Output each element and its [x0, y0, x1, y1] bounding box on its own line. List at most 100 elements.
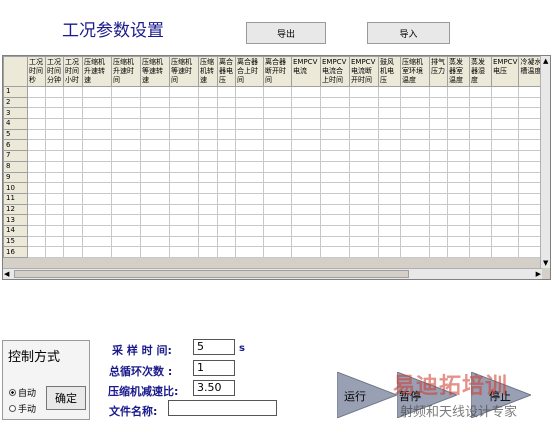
grid-cell[interactable]: [429, 246, 448, 258]
grid-cell[interactable]: [63, 246, 83, 258]
grid-cell[interactable]: [447, 139, 470, 152]
grid-cell[interactable]: [82, 128, 112, 141]
grid-cell[interactable]: [217, 235, 236, 248]
grid-cell[interactable]: [169, 128, 199, 141]
grid-cell[interactable]: [490, 192, 520, 205]
grid-cell[interactable]: [63, 214, 83, 226]
grid-cell[interactable]: [469, 96, 492, 109]
grid-cell[interactable]: [400, 235, 430, 248]
grid-cell[interactable]: [349, 235, 379, 248]
grid-cell[interactable]: [490, 246, 520, 258]
grid-cell[interactable]: [45, 246, 64, 258]
column-header[interactable]: 排气压力: [429, 56, 448, 87]
grid-cell[interactable]: [111, 150, 141, 162]
grid-cell[interactable]: [400, 139, 430, 152]
scroll-right-icon[interactable]: ▶: [536, 270, 541, 278]
grid-cell[interactable]: [198, 171, 218, 184]
grid-cell[interactable]: [469, 192, 492, 205]
grid-cell[interactable]: [349, 86, 379, 98]
grid-cell[interactable]: [169, 86, 199, 98]
grid-cell[interactable]: [291, 235, 321, 248]
grid-cell[interactable]: [320, 118, 350, 130]
grid-cell[interactable]: [198, 246, 218, 258]
horizontal-scrollbar[interactable]: ◀ ▶: [3, 268, 542, 279]
grid-cell[interactable]: [429, 96, 448, 109]
grid-cell[interactable]: [263, 235, 292, 248]
column-header[interactable]: 压缩机升速时间: [111, 56, 141, 87]
grid-cell[interactable]: [447, 171, 470, 184]
grid-cell[interactable]: [469, 150, 492, 162]
grid-cell[interactable]: [320, 160, 350, 173]
grid-cell[interactable]: [140, 171, 170, 184]
column-header[interactable]: 工况时间分钟: [45, 56, 64, 87]
grid-cell[interactable]: [235, 86, 264, 98]
grid-cell[interactable]: [217, 96, 236, 109]
grid-cell[interactable]: [27, 224, 46, 237]
grid-cell[interactable]: [263, 192, 292, 205]
grid-cell[interactable]: [291, 160, 321, 173]
grid-cell[interactable]: [291, 214, 321, 226]
grid-cell[interactable]: [378, 86, 401, 98]
grid-cell[interactable]: [111, 192, 141, 205]
grid-cell[interactable]: [169, 235, 199, 248]
grid-cell[interactable]: [27, 171, 46, 184]
grid-cell[interactable]: [82, 150, 112, 162]
grid-cell[interactable]: [82, 224, 112, 237]
grid-cell[interactable]: [490, 118, 520, 130]
grid-cell[interactable]: [63, 86, 83, 98]
grid-cell[interactable]: [291, 171, 321, 184]
grid-cell[interactable]: [217, 139, 236, 152]
grid-cell[interactable]: [217, 86, 236, 98]
grid-cell[interactable]: [447, 160, 470, 173]
import-button[interactable]: 导入: [367, 22, 450, 44]
grid-cell[interactable]: [217, 160, 236, 173]
grid-cell[interactable]: [378, 224, 401, 237]
grid-cell[interactable]: [447, 235, 470, 248]
grid-cell[interactable]: [45, 139, 64, 152]
column-header[interactable]: 压缩机升速转速: [82, 56, 112, 87]
grid-cell[interactable]: [169, 224, 199, 237]
grid-cell[interactable]: [111, 182, 141, 194]
grid-cell[interactable]: [291, 128, 321, 141]
grid-cell[interactable]: [235, 96, 264, 109]
grid-cell[interactable]: [320, 246, 350, 258]
grid-cell[interactable]: [198, 214, 218, 226]
grid-cell[interactable]: [45, 150, 64, 162]
grid-cell[interactable]: [400, 171, 430, 184]
grid-cell[interactable]: [490, 171, 520, 184]
grid-cell[interactable]: [140, 128, 170, 141]
grid-cell[interactable]: [400, 118, 430, 130]
grid-cell[interactable]: [429, 171, 448, 184]
grid-cell[interactable]: [82, 182, 112, 194]
grid-cell[interactable]: [111, 118, 141, 130]
grid-cell[interactable]: [320, 171, 350, 184]
grid-cell[interactable]: [27, 192, 46, 205]
grid-cell[interactable]: [378, 96, 401, 109]
column-header[interactable]: 蒸发器湿度: [469, 56, 492, 87]
grid-cell[interactable]: [45, 203, 64, 216]
grid-cell[interactable]: [217, 107, 236, 120]
grid-cell[interactable]: [82, 160, 112, 173]
grid-cell[interactable]: [291, 118, 321, 130]
grid-cell[interactable]: [235, 118, 264, 130]
grid-cell[interactable]: [447, 86, 470, 98]
grid-cell[interactable]: [429, 107, 448, 120]
grid-cell[interactable]: [349, 214, 379, 226]
grid-cell[interactable]: [169, 214, 199, 226]
grid-cell[interactable]: [490, 86, 520, 98]
grid-cell[interactable]: [198, 182, 218, 194]
grid-cell[interactable]: [400, 224, 430, 237]
grid-cell[interactable]: [235, 139, 264, 152]
grid-cell[interactable]: [349, 160, 379, 173]
grid-cell[interactable]: [27, 160, 46, 173]
grid-cell[interactable]: [235, 182, 264, 194]
grid-cell[interactable]: [45, 192, 64, 205]
grid-cell[interactable]: [82, 96, 112, 109]
grid-cell[interactable]: [198, 192, 218, 205]
grid-cell[interactable]: [469, 182, 492, 194]
grid-cell[interactable]: [235, 214, 264, 226]
grid-cell[interactable]: [490, 139, 520, 152]
grid-cell[interactable]: [198, 160, 218, 173]
grid-cell[interactable]: [63, 192, 83, 205]
scroll-left-icon[interactable]: ◀: [4, 270, 9, 278]
